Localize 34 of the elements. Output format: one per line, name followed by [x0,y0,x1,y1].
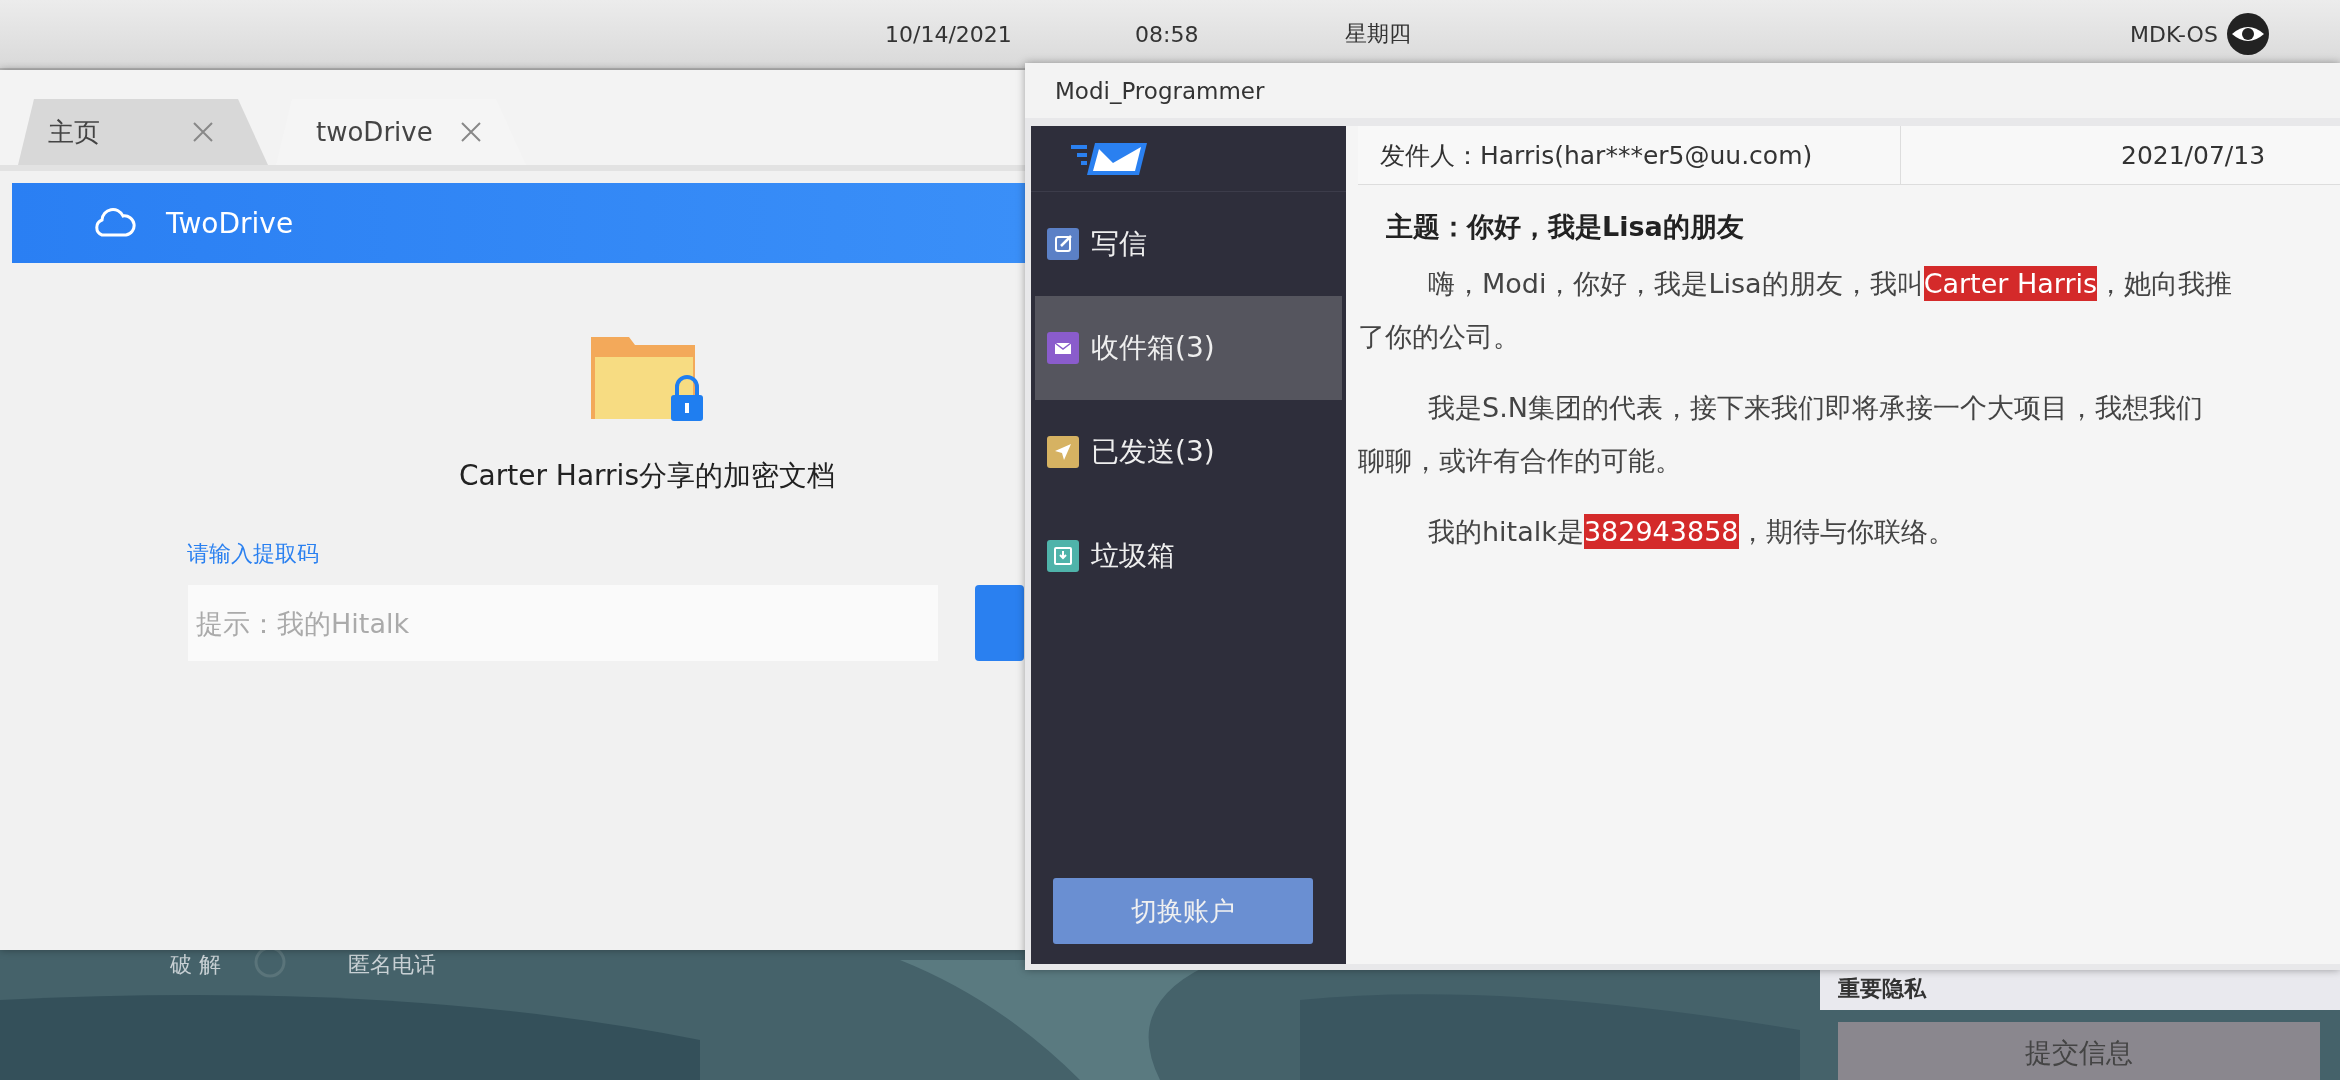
close-icon[interactable] [192,121,214,143]
folder-item[interactable]: 垃圾箱 [1035,504,1342,608]
message-subject: 主题：你好，我是Lisa的朋友 [1386,210,1745,244]
body-text: ，她向我推 [2097,266,2233,301]
highlighted-text: Carter Harris [1923,266,2098,301]
close-icon[interactable] [460,121,482,143]
body-text: 了你的公司。 [1358,319,1520,354]
folder-item[interactable]: 写信 [1035,192,1342,296]
os-name: MDK-OS [2130,21,2218,47]
panel-title: 重要隐私 [1820,968,2340,1010]
desktop-label: 匿名电话 [348,951,436,979]
sender-text: 发件人：Harris(har***er5@uu.com) [1358,126,1901,184]
code-input-field[interactable]: 提示：我的Hitalk [188,585,938,661]
folder-item[interactable]: 收件箱(3) [1035,296,1342,400]
body-text: 我是S.N集团的代表，接下来我们即将承接一个大项目，我想我们 [1428,390,2203,425]
body-text: 我的hitalk是 [1428,514,1584,549]
time-text: 08:58 [1135,21,1200,47]
browser-tab[interactable]: 主页 [18,99,268,165]
body-text: ，期待与你联络。 [1738,514,1955,549]
highlighted-text: 382943858 [1583,514,1739,549]
date-text: 10/14/2021 [885,21,1013,47]
document-title: Carter Harris分享的加密文档 [459,458,835,494]
folder-item[interactable]: 已发送(3) [1035,400,1342,504]
weekday-text: 星期四 [1345,20,1412,48]
header-title: TwoDrive [166,206,294,240]
message-date: 2021/07/13 [2120,140,2266,170]
eye-logo-icon [2225,12,2270,56]
window-title: Modi_Programmer [1025,63,2340,118]
body-text: 嗨，Modi，你好，我是Lisa的朋友，我叫 [1428,266,1924,301]
desktop-label: 破 解 [170,951,221,979]
cloud-icon [92,207,136,239]
mail-logo-icon [1069,140,1149,177]
body-text: 聊聊，或许有合作的可能。 [1358,443,1682,478]
code-label: 请输入提取码 [187,540,320,568]
